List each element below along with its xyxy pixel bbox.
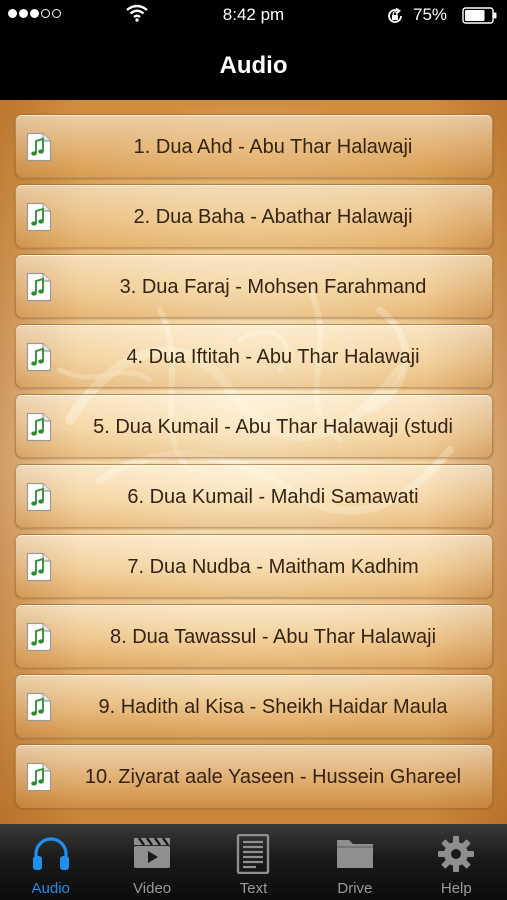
track-item[interactable]: 9. Hadith al Kisa - Sheikh Haidar Maula <box>15 674 493 738</box>
music-file-icon <box>26 482 52 512</box>
track-label: 7. Dua Nudba - Maitham Kadhim <box>127 556 419 578</box>
page-title: Audio <box>219 52 288 79</box>
battery-percent: 75% <box>413 5 448 24</box>
music-file-icon <box>26 552 52 582</box>
track-label: 9. Hadith al Kisa - Sheikh Haidar Maula <box>98 696 448 718</box>
music-file-icon <box>26 762 52 792</box>
music-file-icon <box>26 202 52 232</box>
tab-video[interactable]: Video <box>101 824 202 900</box>
track-item[interactable]: 6. Dua Kumail - Mahdi Samawati <box>15 464 493 528</box>
track-item[interactable]: 3. Dua Faraj - Mohsen Farahmand <box>15 254 493 318</box>
music-file-icon <box>26 272 52 302</box>
tab-bar: Audio Video Text Drive Help <box>0 824 507 900</box>
track-item[interactable]: 4. Dua Iftitah - Abu Thar Halawaji <box>15 324 493 388</box>
tab-help[interactable]: Help <box>406 824 507 900</box>
headphones-icon <box>32 837 69 870</box>
tab-label-video: Video <box>133 880 172 897</box>
track-label: 8. Dua Tawassul - Abu Thar Halawaji <box>109 626 437 648</box>
track-item[interactable]: 5. Dua Kumail - Abu Thar Halawaji (studi <box>15 394 493 458</box>
film-icon <box>134 837 171 868</box>
track-label: 6. Dua Kumail - Mahdi Samawati <box>127 486 419 508</box>
gear-icon <box>438 836 475 872</box>
track-item[interactable]: 10. Ziyarat aale Yaseen - Hussein Gharee… <box>15 744 493 808</box>
track-list: 1. Dua Ahd - Abu Thar Halawaji 2. Dua Bah… <box>15 114 493 814</box>
navigation-bar: Audio <box>0 30 507 100</box>
track-label: 5. Dua Kumail - Abu Thar Halawaji (studi <box>93 416 453 438</box>
tab-label-help: Help <box>440 880 472 897</box>
track-item[interactable]: 2. Dua Baha - Abathar Halawaji <box>15 184 493 248</box>
document-icon <box>237 834 270 874</box>
track-item[interactable]: 8. Dua Tawassul - Abu Thar Halawaji <box>15 604 493 668</box>
tab-label-text: Text <box>239 880 268 897</box>
rotation-lock-icon <box>388 7 402 23</box>
music-file-icon <box>26 132 52 162</box>
track-item[interactable]: 7. Dua Nudba - Maitham Kadhim <box>15 534 493 598</box>
music-file-icon <box>26 622 52 652</box>
music-file-icon <box>26 692 52 722</box>
battery-icon <box>462 7 497 24</box>
track-label: 10. Ziyarat aale Yaseen - Hussein Gharee… <box>84 766 462 788</box>
track-label: 1. Dua Ahd - Abu Thar Halawaji <box>133 136 413 158</box>
music-file-icon <box>26 342 52 372</box>
music-file-icon <box>26 412 52 442</box>
tab-audio[interactable]: Audio <box>0 824 101 900</box>
tab-text[interactable]: Text <box>203 824 304 900</box>
track-item[interactable]: 1. Dua Ahd - Abu Thar Halawaji <box>15 114 493 178</box>
folder-icon <box>336 840 373 868</box>
status-bar: 8:42 pm 75% <box>0 0 507 30</box>
track-label: 3. Dua Faraj - Mohsen Farahmand <box>119 276 427 298</box>
track-label: 4. Dua Iftitah - Abu Thar Halawaji <box>126 346 420 368</box>
tab-drive[interactable]: Drive <box>304 824 405 900</box>
tab-label-audio: Audio <box>31 880 70 897</box>
content-area[interactable]: 1. Dua Ahd - Abu Thar Halawaji 2. Dua Bah… <box>0 100 507 824</box>
tab-label-drive: Drive <box>337 880 373 897</box>
track-label: 2. Dua Baha - Abathar Halawaji <box>133 206 413 228</box>
